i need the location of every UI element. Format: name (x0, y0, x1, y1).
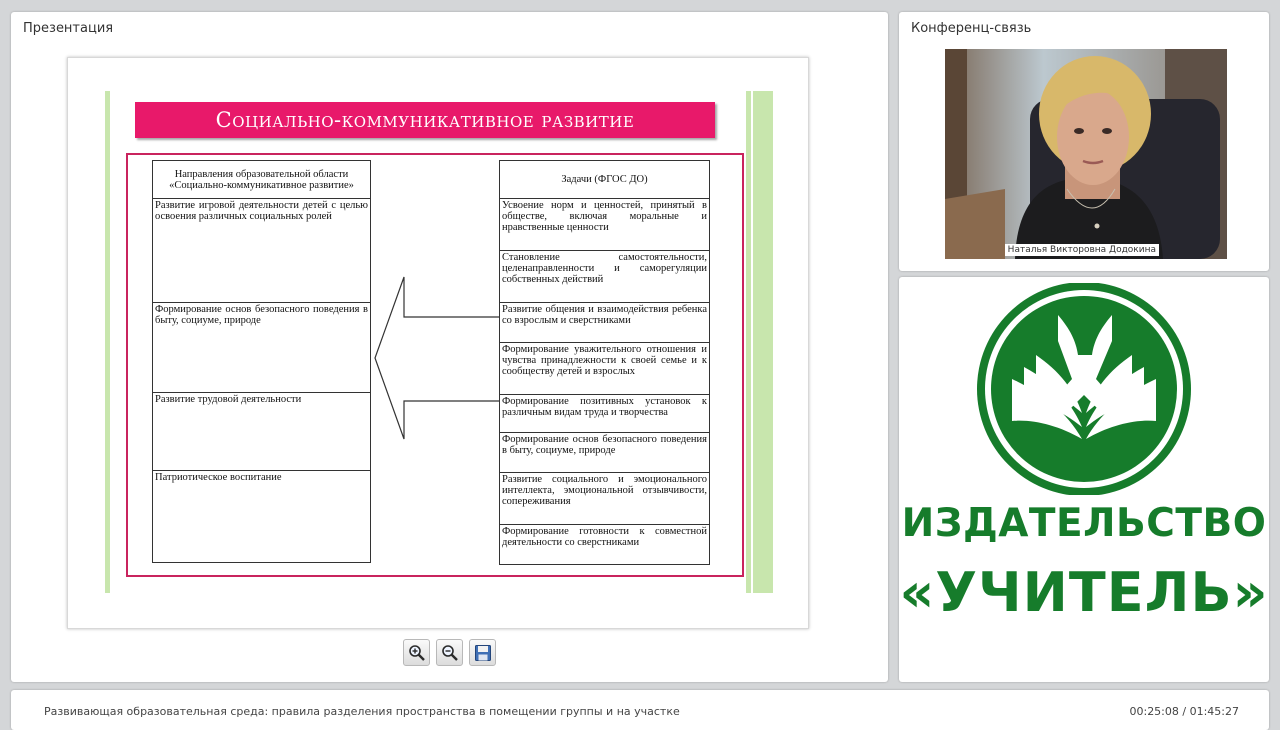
video-feed[interactable]: Наталья Викторовна Додокина (945, 49, 1227, 259)
save-button[interactable] (469, 639, 496, 666)
zoom-in-icon (408, 644, 425, 661)
directions-table-cell: Развитие игровой деятельности детей с це… (152, 198, 371, 303)
speaker-video-image (945, 49, 1227, 259)
tasks-table-cell: Развитие общения и взаимодействия ребенк… (499, 302, 710, 343)
publisher-logo-icon (977, 283, 1191, 495)
presentation-panel-title: Презентация (23, 21, 114, 36)
directions-table-cell: Формирование основ безопасного поведения… (152, 302, 371, 393)
tasks-table-cell: Формирование готовности к совместной дея… (499, 524, 710, 565)
publisher-name-line2: «УЧИТЕЛЬ» (899, 561, 1269, 624)
zoom-out-button[interactable] (436, 639, 463, 666)
publisher-panel: ИЗДАТЕЛЬСТВО «УЧИТЕЛЬ» (899, 277, 1269, 682)
directions-table-cell: Патриотическое воспитание (152, 470, 371, 563)
tasks-table-cell: Становление самостоятельности, целенапра… (499, 250, 710, 303)
slide-right-bar-thin (746, 91, 751, 593)
conference-panel: Конференц-связь Наталья Викторовна Додок… (899, 12, 1269, 271)
zoom-in-button[interactable] (403, 639, 430, 666)
directions-table-header: Направления образовательной области «Соц… (152, 160, 371, 199)
conference-panel-title: Конференц-связь (911, 21, 1032, 36)
speaker-name-label: Наталья Викторовна Додокина (1004, 244, 1159, 256)
slide-left-bar (105, 91, 110, 593)
publisher-name-line1: ИЗДАТЕЛЬСТВО (901, 501, 1267, 546)
tasks-table-cell: Формирование уважительного отношения и ч… (499, 342, 710, 395)
floppy-disk-icon (474, 644, 491, 661)
slide-right-bar (753, 91, 773, 593)
zoom-out-icon (441, 644, 458, 661)
tasks-table: Задачи (ФГОС ДО) Усвоение норм и ценност… (499, 160, 710, 565)
tasks-table-cell: Формирование основ безопасного поведения… (499, 432, 710, 473)
slide-content-frame: Направления образовательной области «Соц… (126, 153, 744, 577)
left-arrow-shape (374, 276, 500, 440)
webinar-title: Развивающая образовательная среда: прави… (44, 705, 680, 718)
tasks-table-cell: Развитие социального и эмоционального ин… (499, 472, 710, 525)
tasks-table-cell: Усвоение норм и ценностей, принятый в об… (499, 198, 710, 251)
directions-table-cell: Развитие трудовой деятельности (152, 392, 371, 471)
presentation-panel: Презентация Социально-коммуникативное ра… (11, 12, 888, 682)
tasks-table-cell: Формирование позитивных установок к разл… (499, 394, 710, 433)
tasks-table-header: Задачи (ФГОС ДО) (499, 160, 710, 199)
slide-heading: Социально-коммуникативное развитие (135, 102, 715, 138)
footer-bar: Развивающая образовательная среда: прави… (11, 690, 1269, 730)
presentation-slide: Социально-коммуникативное развитие Напра… (67, 57, 809, 629)
directions-table: Направления образовательной области «Соц… (152, 160, 371, 563)
playback-time: 00:25:08 / 01:45:27 (1129, 705, 1239, 718)
